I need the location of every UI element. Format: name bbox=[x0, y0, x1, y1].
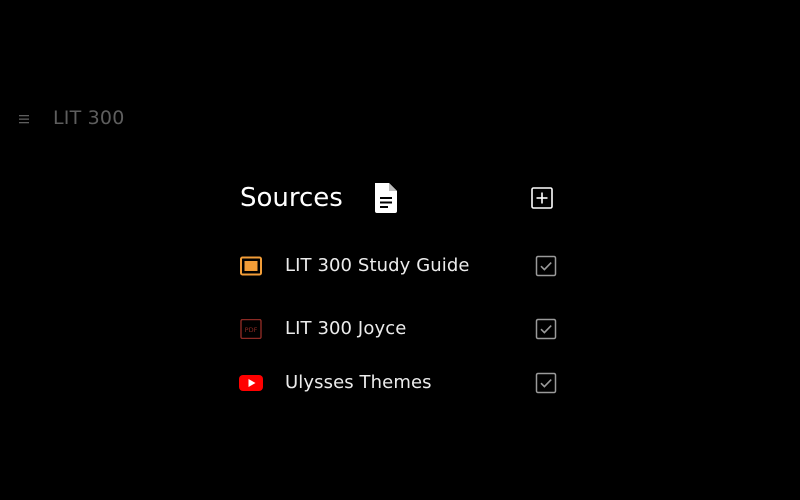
pdf-badge: PDF bbox=[245, 326, 258, 334]
add-source-button[interactable] bbox=[531, 187, 553, 209]
document-icon bbox=[370, 180, 402, 216]
source-label: LIT 300 Joyce bbox=[285, 318, 407, 339]
source-item-study-guide[interactable]: LIT 300 Study Guide bbox=[236, 248, 566, 284]
source-label: Ulysses Themes bbox=[285, 372, 432, 393]
sources-title: Sources bbox=[240, 183, 343, 213]
source-checkbox[interactable] bbox=[535, 318, 557, 340]
slides-icon bbox=[239, 256, 263, 276]
source-checkbox[interactable] bbox=[535, 372, 557, 394]
youtube-icon bbox=[239, 373, 263, 393]
source-item-joyce[interactable]: PDF LIT 300 Joyce bbox=[236, 311, 566, 347]
menu-icon[interactable] bbox=[17, 111, 33, 125]
source-label: LIT 300 Study Guide bbox=[285, 255, 470, 276]
pdf-icon: PDF bbox=[239, 318, 263, 340]
source-checkbox[interactable] bbox=[535, 255, 557, 277]
notebook-title: LIT 300 bbox=[53, 107, 125, 129]
top-bar: LIT 300 bbox=[0, 100, 800, 136]
source-item-ulysses[interactable]: Ulysses Themes bbox=[236, 365, 566, 401]
sources-panel: Sources LIT 300 Study Guide PDF LIT 300 … bbox=[236, 170, 566, 410]
